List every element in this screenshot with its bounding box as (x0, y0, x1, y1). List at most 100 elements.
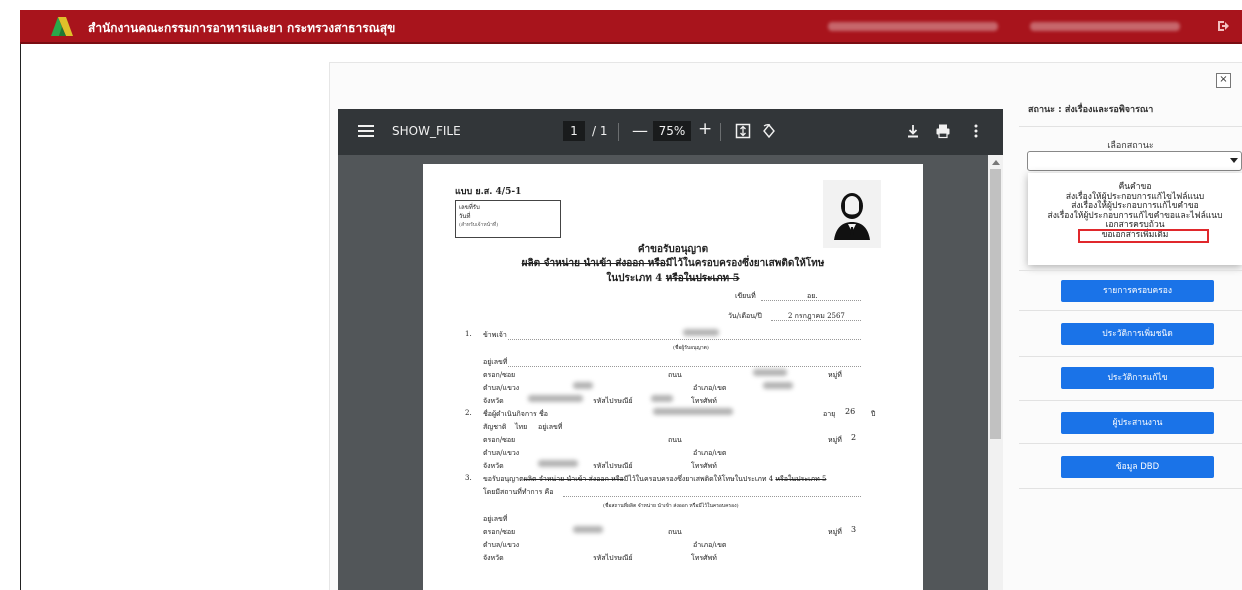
fit-page-icon[interactable] (735, 123, 751, 139)
pdf-viewer: SHOW_FILE 1 / 1 — 75% + แบบ ย.ส. 4/5-1 เ… (338, 109, 1003, 590)
add-type-history-button[interactable]: ประวัติการเพิ่มชนิด (1061, 323, 1214, 345)
file-title: SHOW_FILE (392, 124, 461, 138)
addr-no-label: อยู่เลขที่ (538, 423, 563, 431)
chevron-down-icon (1230, 158, 1238, 163)
date-value: 2 กรกฎาคม 2567 (788, 312, 845, 320)
phone-label: โทรศัพท์ (691, 554, 717, 562)
frame-border (20, 44, 21, 590)
scroll-up-icon[interactable] (992, 160, 1000, 165)
item3-number: 3. (465, 474, 472, 482)
print-icon[interactable] (935, 123, 951, 139)
province-label: จังหวัด (483, 397, 504, 405)
download-icon[interactable] (905, 123, 921, 139)
nationality-value: ไทย (515, 423, 528, 431)
more-icon[interactable] (968, 123, 984, 139)
rotate-icon[interactable] (761, 123, 777, 139)
alley-label: ตรอก/ซอย (483, 371, 516, 379)
user-role-blurred (1030, 22, 1180, 31)
divider (1019, 310, 1242, 311)
dotted-line (508, 366, 861, 367)
doc-category: ในประเภท 4 หรือในประเภท 5 (423, 271, 923, 286)
pdf-scrollbar[interactable] (988, 155, 1003, 590)
zoom-in-button[interactable]: + (698, 119, 712, 139)
redacted-text (528, 395, 583, 402)
status-text: สถานะ : ส่งเรื่องและรอพิจารณา (1028, 105, 1154, 115)
redacted-text (651, 395, 673, 402)
divider (1019, 126, 1242, 127)
doc-subtitle-rest: มีไว้ในครอบครองซึ่งยาเสพติดให้โทษ (665, 258, 825, 269)
app-title: สำนักงานคณะกรรมการอาหารและยา กระทรวงสาธา… (88, 21, 396, 35)
item1-label: ข้าพเจ้า (483, 331, 507, 339)
age-label: อายุ (823, 410, 836, 418)
postcode-label: รหัสไปรษณีย์ (593, 554, 633, 562)
redacted-text (653, 408, 733, 415)
nationality-label: สัญชาติ (483, 423, 507, 431)
item2-number: 2. (465, 409, 472, 417)
page-number-input[interactable]: 1 (563, 121, 585, 141)
applicant-photo (823, 180, 881, 248)
province-label: จังหวัด (483, 554, 504, 562)
receipt-note: (สำหรับเจ้าหน้าที่) (459, 222, 499, 228)
item1-number: 1. (465, 330, 472, 338)
dbd-data-button[interactable]: ข้อมูล DBD (1061, 456, 1214, 478)
item2-label: ชื่อผู้ดำเนินกิจการ ชื่อ (483, 410, 548, 418)
road-label: ถนน (668, 436, 682, 444)
item3-strike: ผลิต จำหน่าย นำเข้า ส่งออก หรือ (523, 475, 624, 483)
zoom-level-input[interactable]: 75% (653, 121, 691, 141)
highlight-box (1078, 229, 1209, 243)
divider (1019, 443, 1242, 444)
addr-no-label: อยู่เลขที่ (483, 358, 508, 366)
menu-icon[interactable] (358, 124, 374, 138)
district-label: อำเภอ/เขต (693, 449, 727, 457)
item1-note: (ชื่อผู้รับอนุญาต) (673, 345, 709, 351)
phone-label: โทรศัพท์ (691, 462, 717, 470)
age-value: 26 (845, 407, 856, 416)
dotted-line (508, 339, 861, 340)
addr-no-label: อยู่เลขที่ (483, 515, 508, 523)
status-select-label: เลือกสถานะ (1107, 141, 1154, 151)
redacted-text (753, 369, 787, 376)
holdings-list-button[interactable]: รายการครอบครอง (1061, 280, 1214, 302)
moo-label: หมู่ที่ (828, 436, 842, 444)
status-select[interactable] (1027, 151, 1242, 171)
moo-label: หมู่ที่ (828, 528, 842, 536)
redacted-text (538, 460, 578, 467)
subdistrict-label: ตำบล/แขวง (483, 449, 520, 457)
item3-place: โดยมีสถานที่ทำการ คือ (483, 488, 554, 496)
coordinator-button[interactable]: ผู้ประสานงาน (1061, 412, 1214, 434)
form-code: แบบ ย.ส. 4/5-1 (455, 187, 522, 197)
divider (1019, 400, 1242, 401)
alley-label: ตรอก/ซอย (483, 436, 516, 444)
doc-title: คำขอรับอนุญาต (637, 244, 709, 255)
fda-logo-icon (51, 17, 73, 36)
redacted-text (573, 382, 593, 389)
zoom-out-button[interactable]: — (632, 121, 648, 140)
item3-note: (ชื่อสถานที่ผลิต จำหน่าย นำเข้า ส่งออก ห… (603, 503, 739, 509)
subdistrict-label: ตำบล/แขวง (483, 384, 520, 392)
divider (1019, 356, 1242, 357)
road-label: ถนน (668, 371, 682, 379)
province-label: จังหวัด (483, 462, 504, 470)
age-unit: ปี (871, 410, 876, 418)
item3-text: ขอรับอนุญาตผลิต จำหน่าย นำเข้า ส่งออก หร… (483, 474, 826, 485)
divider (1019, 488, 1242, 489)
district-label: อำเภอ/เขต (693, 384, 727, 392)
status-sidebar: สถานะ : ส่งเรื่องและรอพิจารณา เลือกสถานะ… (1019, 90, 1242, 590)
written-at-label: เขียนที่ (735, 292, 756, 300)
person-icon (834, 193, 870, 240)
item3-rest: มีไว้ในครอบครองซึ่งยาเสพติดให้โทษในประเภ… (623, 475, 774, 483)
scroll-thumb[interactable] (990, 169, 1001, 439)
moo-value: 3 (851, 525, 857, 534)
edit-history-button[interactable]: ประวัติการแก้ไข (1061, 367, 1214, 389)
item3-strike2: หรือในประเภท 5 (775, 475, 827, 483)
receipt-date-label: วันที่ (459, 213, 471, 220)
dotted-line (563, 496, 861, 497)
toolbar-divider (618, 123, 619, 141)
road-label: ถนน (668, 528, 682, 536)
phone-label: โทรศัพท์ (691, 397, 717, 405)
close-button[interactable]: × (1216, 73, 1231, 88)
doc-category-main: ในประเภท 4 (606, 273, 663, 284)
doc-category-strike: หรือในประเภท 5 (665, 273, 740, 284)
written-at-value: อย. (807, 292, 818, 300)
logout-icon[interactable] (1216, 18, 1232, 34)
